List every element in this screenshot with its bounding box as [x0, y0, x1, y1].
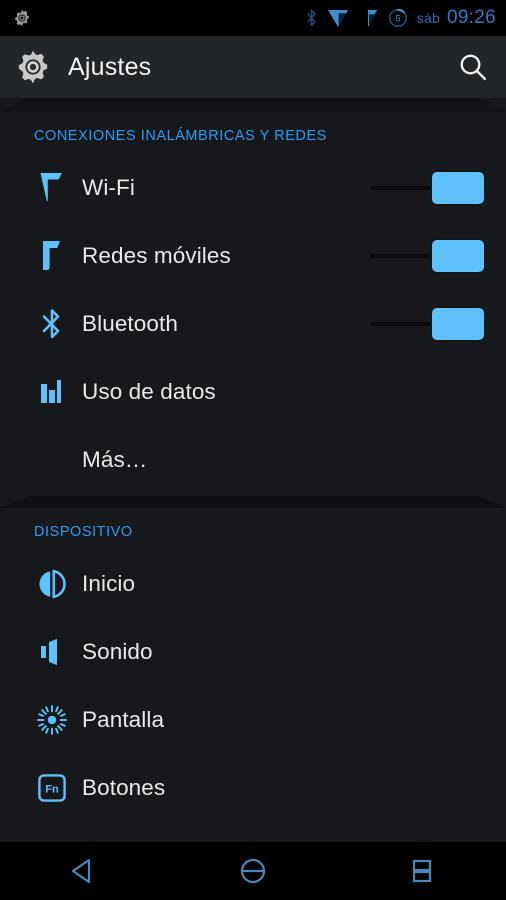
settings-list[interactable]: CONEXIONES INALÁMBRICAS Y REDES Wi-Fi Re… — [0, 98, 506, 842]
list-item-label: Bluetooth — [82, 311, 178, 336]
bluetooth-toggle[interactable] — [370, 307, 484, 341]
list-item-label: Redes móviles — [82, 243, 231, 268]
page-title: Ajustes — [68, 52, 152, 81]
settings-screen: 5 sáb 09:26 Ajustes CONEXIONES INALÁMBRI… — [0, 0, 506, 900]
list-item-label: Botones — [82, 775, 166, 800]
toggle-thumb — [432, 308, 484, 340]
list-item-label: Inicio — [82, 571, 136, 596]
battery-icon: 5 — [388, 8, 408, 28]
data-usage-icon — [30, 378, 74, 406]
list-item-label: Pantalla — [82, 707, 165, 732]
settings-gear-icon — [12, 8, 32, 28]
navigation-bar — [0, 842, 506, 900]
bluetooth-icon — [30, 306, 74, 342]
battery-level-label: 5 — [395, 13, 400, 23]
list-item-label: Sonido — [82, 639, 153, 664]
status-bar: 5 sáb 09:26 — [0, 0, 506, 36]
svg-text:Fn: Fn — [45, 783, 59, 795]
home-icon — [30, 568, 74, 600]
list-item-mobile-networks[interactable]: Redes móviles — [0, 222, 506, 290]
status-bar-clock: 09:26 — [446, 7, 496, 28]
toggle-track — [370, 186, 440, 190]
action-bar: Ajustes — [0, 36, 506, 98]
cellular-signal-icon — [359, 9, 379, 28]
mobile-networks-toggle[interactable] — [370, 239, 484, 273]
bluetooth-icon — [306, 8, 317, 28]
sound-icon — [30, 637, 74, 667]
wifi-signal-icon — [326, 9, 350, 28]
list-item-bluetooth[interactable]: Bluetooth — [0, 290, 506, 358]
list-item-sound[interactable]: Sonido — [0, 618, 506, 686]
home-icon[interactable] — [169, 842, 338, 900]
list-item-more[interactable]: Más… — [0, 426, 506, 494]
status-bar-notifications — [12, 8, 32, 28]
toggle-thumb — [432, 172, 484, 204]
toggle-track — [370, 254, 440, 258]
settings-gear-icon — [14, 48, 52, 86]
section-header-wireless: CONEXIONES INALÁMBRICAS Y REDES — [34, 128, 327, 144]
wifi-toggle[interactable] — [370, 171, 484, 205]
cellular-icon — [30, 239, 74, 273]
list-item-home[interactable]: Inicio — [0, 550, 506, 618]
list-item-data-usage[interactable]: Uso de datos — [0, 358, 506, 426]
search-icon[interactable] — [458, 52, 488, 82]
list-item-label: Wi-Fi — [82, 175, 135, 200]
status-bar-system-icons: 5 sáb 09:26 — [306, 7, 496, 29]
back-icon[interactable] — [0, 842, 169, 900]
toggle-track — [370, 322, 440, 326]
section-header-device: DISPOSITIVO — [34, 524, 133, 540]
wifi-icon — [30, 171, 74, 205]
fn-key-icon: Fn — [30, 773, 74, 803]
list-divider-section — [0, 494, 506, 508]
list-item-display[interactable]: Pantalla — [0, 686, 506, 754]
toggle-thumb — [432, 240, 484, 272]
recents-icon[interactable] — [337, 842, 506, 900]
list-item-label: Uso de datos — [82, 379, 216, 404]
list-item-wifi[interactable]: Wi-Fi — [0, 154, 506, 222]
status-bar-day: sáb — [416, 10, 440, 26]
brightness-icon — [30, 703, 74, 737]
list-item-label: Más… — [82, 447, 148, 472]
list-divider-top — [0, 98, 506, 112]
list-item-buttons[interactable]: Fn Botones — [0, 754, 506, 822]
